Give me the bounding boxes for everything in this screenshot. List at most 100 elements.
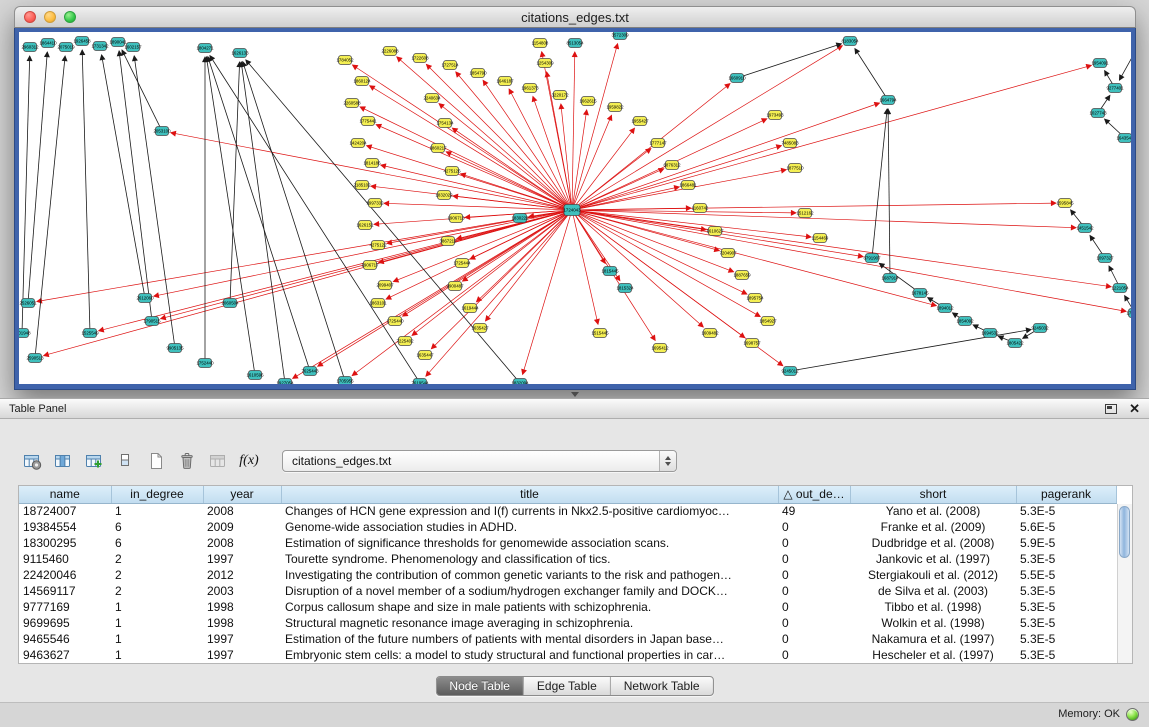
network-node[interactable]: 1424204 <box>349 139 367 148</box>
table-cell[interactable]: 1997 <box>203 647 281 663</box>
network-node[interactable]: 1725440 <box>386 317 404 326</box>
network-node[interactable]: 1926458 <box>73 37 91 46</box>
table-cell[interactable]: 2009 <box>203 519 281 535</box>
network-edge[interactable] <box>572 203 1056 210</box>
network-node[interactable]: 1635427 <box>471 324 489 333</box>
column-header-title[interactable]: title <box>281 486 778 503</box>
network-node[interactable]: 1662615 <box>579 97 597 106</box>
network-node[interactable]: 1860124 <box>353 77 371 86</box>
table-cell[interactable]: Investigating the contribution of common… <box>281 567 778 583</box>
network-node[interactable]: 1927054 <box>276 379 294 385</box>
network-canvas-svg[interactable]: 1724043296031218644102075019192645817313… <box>19 32 1131 384</box>
network-edge[interactable] <box>1119 43 1131 80</box>
table-cell[interactable]: 1 <box>111 615 203 631</box>
network-node[interactable]: 1694532 <box>981 329 999 338</box>
network-node[interactable]: 3867212 <box>439 237 457 246</box>
network-node[interactable]: 1777147 <box>649 139 667 148</box>
table-cell[interactable]: Tibbo et al. (1998) <box>850 599 1016 615</box>
table-cell[interactable]: 9777169 <box>19 599 111 615</box>
table-cell[interactable]: 0 <box>778 583 850 599</box>
network-edge[interactable] <box>243 62 345 381</box>
network-edge[interactable] <box>888 109 890 278</box>
network-node[interactable]: 1894012 <box>936 304 954 313</box>
network-node[interactable]: 1895754 <box>746 294 764 303</box>
network-node[interactable]: 2260588 <box>343 99 361 108</box>
network-edge[interactable] <box>872 109 887 258</box>
table-cell[interactable]: 5.3E-5 <box>1016 551 1116 567</box>
table-cell[interactable]: 49 <box>778 503 850 519</box>
network-node[interactable]: 1814186 <box>363 159 381 168</box>
network-node[interactable]: 8513054 <box>566 39 584 48</box>
network-node[interactable]: 1722608 <box>411 54 429 63</box>
network-node[interactable]: 9245012 <box>781 367 799 376</box>
table-cell[interactable]: Nakamura et al. (1997) <box>850 631 1016 647</box>
network-node[interactable]: 1515445 <box>591 329 609 338</box>
network-node[interactable]: 1854790 <box>469 69 487 78</box>
network-node[interactable]: 2226088 <box>381 47 399 56</box>
network-edge[interactable] <box>318 210 572 366</box>
network-node[interactable]: 1877510 <box>786 164 804 173</box>
network-node[interactable]: 2099407 <box>376 281 394 290</box>
table-cell[interactable]: Wolkin et al. (1998) <box>850 615 1016 631</box>
table-cell[interactable]: Franke et al. (2009) <box>850 519 1016 535</box>
table-cell[interactable]: Structural magnetic resonance image aver… <box>281 615 778 631</box>
table-cell[interactable]: 2012 <box>203 567 281 583</box>
network-edge[interactable] <box>572 210 1126 311</box>
network-edge[interactable] <box>119 51 152 321</box>
table-cell[interactable]: Tourette syndrome. Phenomenology and cla… <box>281 551 778 567</box>
column-header-out_de[interactable]: △ out_de… <box>778 486 850 503</box>
table-cell[interactable]: de Silva et al. (2003) <box>850 583 1016 599</box>
network-edge[interactable] <box>572 210 598 324</box>
table-cell[interactable]: 0 <box>778 615 850 631</box>
table-cell[interactable]: 5.5E-5 <box>1016 567 1116 583</box>
network-node[interactable]: 1906717 <box>361 261 379 270</box>
network-node[interactable]: 1160742 <box>692 204 709 213</box>
table-cell[interactable]: Stergiakouli et al. (2012) <box>850 567 1016 583</box>
table-settings-icon[interactable] <box>20 450 44 472</box>
network-edge[interactable] <box>122 50 162 131</box>
network-node[interactable]: 1602157 <box>124 43 142 52</box>
table-cell[interactable]: 1997 <box>203 551 281 567</box>
network-edge[interactable] <box>572 115 612 210</box>
table-row[interactable]: 1872400712008Changes of HCN gene express… <box>19 503 1116 519</box>
network-edge[interactable] <box>379 210 572 263</box>
table-row[interactable]: 2242004622012Investigating the contribut… <box>19 567 1116 583</box>
table-cell[interactable]: 0 <box>778 631 850 647</box>
table-cell[interactable]: 0 <box>778 567 850 583</box>
network-node[interactable]: 7619544 <box>411 379 429 385</box>
network-node[interactable]: 1695412 <box>651 344 669 353</box>
table-cell[interactable]: 5.3E-5 <box>1016 583 1116 599</box>
network-node[interactable]: 1866481 <box>679 181 697 190</box>
network-node[interactable]: 1887659 <box>733 271 751 280</box>
network-node[interactable]: 1854927 <box>759 317 777 326</box>
column-header-year[interactable]: year <box>203 486 281 503</box>
table-cell[interactable]: 22420046 <box>19 567 111 583</box>
network-edge[interactable] <box>82 50 90 333</box>
network-node[interactable]: 6876312 <box>663 161 681 170</box>
network-edge[interactable] <box>446 152 572 210</box>
table-cell[interactable]: 9699695 <box>19 615 111 631</box>
table-cell[interactable]: 0 <box>778 647 850 663</box>
network-node[interactable]: 1635447 <box>416 351 434 360</box>
network-edge[interactable] <box>572 110 587 210</box>
table-cell[interactable]: 6 <box>111 535 203 551</box>
network-node[interactable]: 1784052 <box>336 56 354 65</box>
splitter-handle[interactable] <box>566 391 584 398</box>
network-node[interactable]: 2060504 <box>221 299 239 308</box>
network-edge[interactable] <box>426 64 572 210</box>
table-cell[interactable]: 2003 <box>203 583 281 599</box>
float-panel-icon[interactable] <box>1105 404 1117 414</box>
table-row[interactable]: 1456911722003Disruption of a novel membe… <box>19 583 1116 599</box>
table-cell[interactable]: 19384554 <box>19 519 111 535</box>
network-node[interactable]: 1643540 <box>1116 134 1131 143</box>
network-node[interactable]: 1609482 <box>701 329 719 338</box>
tab-node-table[interactable]: Node Table <box>436 677 523 695</box>
table-cell[interactable]: 5.9E-5 <box>1016 535 1116 551</box>
network-node[interactable]: 1097327 <box>1096 254 1114 263</box>
table-cell[interactable]: 1997 <box>203 631 281 647</box>
network-node[interactable]: 7485083 <box>781 139 799 148</box>
table-cell[interactable]: 1 <box>111 647 203 663</box>
tab-network-table[interactable]: Network Table <box>610 677 713 695</box>
network-edge[interactable] <box>572 170 786 210</box>
table-cell[interactable]: 0 <box>778 519 850 535</box>
